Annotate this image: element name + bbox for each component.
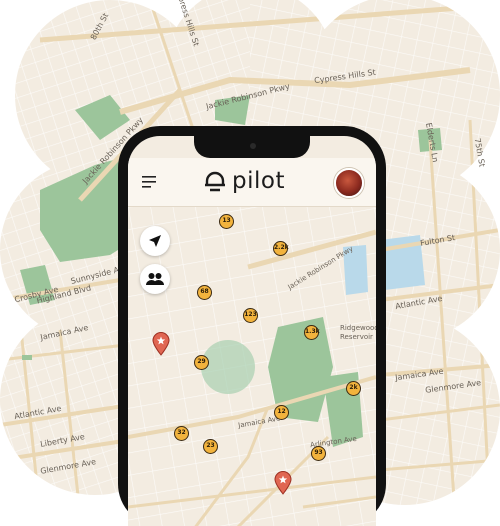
navigation-arrow-icon [149, 235, 161, 247]
map-cluster[interactable]: 13 [219, 214, 234, 229]
street-label: Reservoir [340, 333, 373, 341]
locate-button[interactable] [140, 226, 170, 256]
app-header: pilot [128, 158, 376, 207]
group-button[interactable] [140, 264, 170, 294]
map-cluster[interactable]: 123 [243, 308, 258, 323]
app-title: pilot [232, 168, 285, 194]
map-pin-star-icon[interactable] [152, 332, 170, 356]
map-cluster[interactable]: 68 [197, 285, 212, 300]
map-cluster[interactable]: 93 [311, 446, 326, 461]
street-label: Ridgewood [340, 324, 376, 332]
map-cluster[interactable]: 1.3k [304, 325, 320, 340]
app-brand: pilot [204, 166, 285, 196]
camera-dot [250, 143, 256, 149]
group-users-icon [146, 273, 164, 285]
map-cluster[interactable]: 2k [346, 381, 361, 396]
pilot-logo-icon [205, 171, 225, 192]
map-cluster[interactable]: 2.2k [273, 241, 289, 256]
map-cluster[interactable]: 23 [203, 439, 218, 454]
map-cluster[interactable]: 32 [174, 426, 189, 441]
map-cluster[interactable]: 29 [194, 355, 209, 370]
map-cluster[interactable]: 12 [274, 405, 289, 420]
user-avatar[interactable] [334, 168, 364, 198]
map-pin-star-icon[interactable] [274, 471, 292, 495]
scene: Jackie Robinson Pkwy Jackie Robinson Pkw… [0, 0, 500, 526]
phone-notch [194, 136, 310, 158]
phone-frame: Jackie Robinson Pkwy Ridgewood Reservoir… [118, 126, 386, 526]
phone-screen: Jackie Robinson Pkwy Ridgewood Reservoir… [128, 136, 376, 526]
hamburger-menu-icon[interactable] [142, 175, 158, 189]
